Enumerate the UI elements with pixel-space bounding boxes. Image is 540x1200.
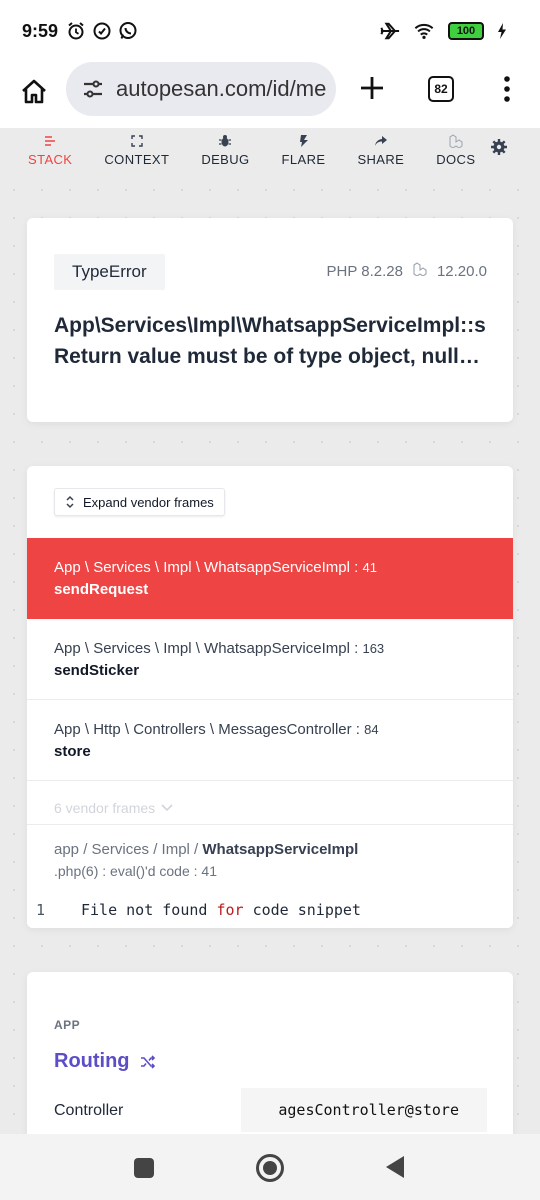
overflow-menu-button[interactable] xyxy=(494,74,520,104)
flare-icon xyxy=(297,134,311,148)
browser-toolbar: autopesan.com/id/me 82 xyxy=(0,62,540,128)
stack-frame[interactable]: App \ Http \ Controllers \ MessagesContr… xyxy=(27,700,513,781)
app-section-label: APP xyxy=(54,1018,81,1032)
battery-indicator: 100 xyxy=(448,22,484,40)
expand-chevron-icon xyxy=(65,495,75,509)
shuffle-icon xyxy=(140,1054,155,1069)
plus-icon xyxy=(361,77,383,99)
charging-icon xyxy=(492,21,512,41)
expand-vendor-frames-label: Expand vendor frames xyxy=(83,494,214,510)
code-text-after: code snippet xyxy=(243,901,361,919)
home-icon xyxy=(22,79,46,104)
stack-frame[interactable]: App \ Services \ Impl \ WhatsappServiceI… xyxy=(27,619,513,700)
home-nav-button[interactable] xyxy=(256,1154,284,1182)
frame-method: sendSticker xyxy=(54,662,140,679)
controller-value: agesController@store xyxy=(241,1088,487,1132)
airplane-icon xyxy=(380,21,400,41)
code-line-text: File not found for code snippet xyxy=(81,901,361,919)
context-icon xyxy=(130,134,144,148)
stack-frame[interactable]: App \ Services \ Impl \ WhatsappServiceI… xyxy=(27,538,513,619)
tab-switcher-button[interactable]: 82 xyxy=(428,76,454,102)
snippet-file-suffix: .php(6) : eval()'d code : 41 xyxy=(54,863,217,879)
nav-flare[interactable]: FLARE xyxy=(282,128,326,167)
snippet-line: 41 xyxy=(201,863,217,879)
frame-line: 84 xyxy=(364,722,379,737)
nav-context[interactable]: CONTEXT xyxy=(104,128,169,167)
docs-icon xyxy=(449,134,463,148)
error-message-line1: App\Services\Impl\WhatsappServiceImpl::s xyxy=(54,314,486,337)
status-bar: 9:59 100 xyxy=(0,0,540,62)
gear-icon[interactable] xyxy=(490,138,508,156)
system-navigation-bar xyxy=(0,1134,540,1200)
sync-icon xyxy=(92,21,112,41)
status-right: 100 xyxy=(380,21,518,41)
snippet-file-prefix: app / Services / Impl / xyxy=(54,841,203,858)
recent-apps-button[interactable] xyxy=(134,1158,154,1178)
versions: PHP 8.2.28 12.20.0 xyxy=(326,262,487,280)
code-line-number: 1 xyxy=(36,901,46,919)
nav-share-label: SHARE xyxy=(357,152,405,167)
frame-line: 41 xyxy=(362,560,377,575)
nav-share[interactable]: SHARE xyxy=(357,128,404,167)
status-time: 9:59 xyxy=(22,20,59,41)
nav-context-label: CONTEXT xyxy=(104,152,170,167)
nav-docs-label: DOCS xyxy=(436,152,476,167)
laravel-version: 12.20.0 xyxy=(436,262,487,280)
nav-stack[interactable]: STACK xyxy=(28,128,72,167)
frame-method: store xyxy=(54,743,91,760)
routing-heading: Routing xyxy=(54,1050,156,1073)
code-snippet: app / Services / Impl / WhatsappServiceI… xyxy=(27,824,513,928)
snippet-file-ext: .php(6) : eval()'d code xyxy=(54,863,190,879)
nav-docs[interactable]: DOCS xyxy=(436,128,475,167)
vendor-frames-label: 6 vendor frames xyxy=(54,800,156,816)
nav-stack-label: STACK xyxy=(28,152,73,167)
chevron-down-icon xyxy=(161,804,173,812)
nav-flare-label: FLARE xyxy=(281,152,326,167)
controller-label: Controller xyxy=(54,1102,124,1119)
exception-type-badge: TypeError xyxy=(54,254,165,290)
more-vertical-icon xyxy=(504,76,510,102)
nav-debug-label: DEBUG xyxy=(201,152,250,167)
site-settings-icon[interactable] xyxy=(82,78,104,100)
nav-debug[interactable]: DEBUG xyxy=(201,128,249,167)
code-text-before: File not found xyxy=(81,901,217,919)
frame-line: 163 xyxy=(362,641,385,656)
app-context-card: APP Routing Controller agesController@st… xyxy=(27,972,513,1134)
frame-method: sendRequest xyxy=(54,581,149,598)
error-message: App\Services\Impl\WhatsappServiceImpl::s… xyxy=(54,310,490,372)
url-bar[interactable]: autopesan.com/id/me xyxy=(66,62,336,116)
laravel-icon xyxy=(413,262,427,280)
stack-trace-card: Expand vendor frames App \ Services \ Im… xyxy=(27,466,513,928)
routing-label: Routing xyxy=(54,1050,130,1072)
home-circle-icon xyxy=(263,1161,277,1175)
url-text: autopesan.com/id/me xyxy=(116,76,327,101)
wifi-icon xyxy=(414,21,434,41)
home-button[interactable] xyxy=(16,74,52,110)
expand-vendor-frames-button[interactable]: Expand vendor frames xyxy=(54,488,225,516)
php-version: PHP 8.2.28 xyxy=(326,262,403,280)
frame-path: App \ Services \ Impl \ WhatsappServiceI… xyxy=(54,559,350,576)
bug-icon xyxy=(218,134,232,148)
frame-path: App \ Services \ Impl \ WhatsappServiceI… xyxy=(54,640,350,657)
page-content: TypeError PHP 8.2.28 12.20.0 App\Service… xyxy=(0,176,540,1134)
error-page-nav: STACK CONTEXT DEBUG FLARE SHARE DOCS xyxy=(0,128,540,176)
share-icon xyxy=(374,134,388,148)
snippet-file-path[interactable]: app / Services / Impl / WhatsappServiceI… xyxy=(54,841,358,858)
back-button[interactable] xyxy=(386,1156,404,1178)
alarm-icon xyxy=(66,21,86,41)
vendor-frames-toggle[interactable]: 6 vendor frames xyxy=(54,800,173,816)
stack-icon xyxy=(43,134,57,148)
code-keyword: for xyxy=(216,901,244,919)
snippet-file-name: WhatsappServiceImpl xyxy=(202,841,359,858)
frame-path: App \ Http \ Controllers \ MessagesContr… xyxy=(54,721,352,738)
error-message-line2: Return value must be of type object, nul… xyxy=(54,345,480,368)
new-tab-button[interactable] xyxy=(356,72,388,104)
whatsapp-icon xyxy=(118,21,138,41)
error-card: TypeError PHP 8.2.28 12.20.0 App\Service… xyxy=(27,218,513,422)
